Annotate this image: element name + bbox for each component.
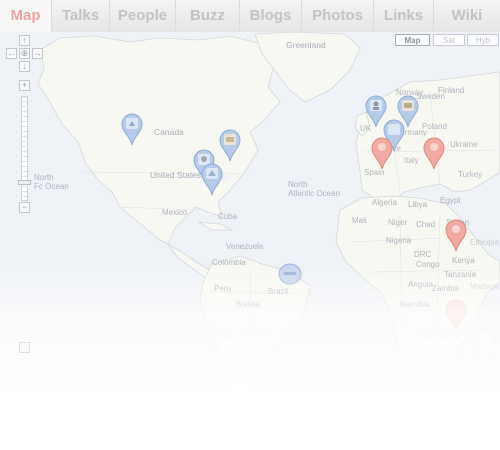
label-algeria: Algeria xyxy=(372,198,397,207)
label-mali: Mali xyxy=(352,216,367,225)
label-ethiopia: Ethiopia xyxy=(470,238,499,247)
label-brazil: Brazil xyxy=(268,287,289,296)
pin-icon xyxy=(423,137,445,170)
label-turkey: Turkey xyxy=(458,170,483,179)
pan-up-button[interactable]: ↑ xyxy=(19,35,30,46)
label-kenya: Kenya xyxy=(452,256,475,265)
map-marker-blue[interactable] xyxy=(120,112,144,146)
pin-icon xyxy=(201,163,223,196)
map-type-satellite-button[interactable]: Sat xyxy=(433,34,465,46)
label-colombia: Colombia xyxy=(212,258,246,267)
pin-icon xyxy=(278,263,302,285)
zoom-slider-track[interactable] xyxy=(21,96,28,201)
label-poland: Poland xyxy=(422,122,447,131)
pan-right-button[interactable]: → xyxy=(32,48,43,59)
label-north-atlantic: North Atlantic Ocean xyxy=(288,180,341,198)
map-marker-red[interactable] xyxy=(422,136,446,170)
pin-icon xyxy=(121,113,143,146)
label-greenland: Greenland xyxy=(286,40,326,50)
zoom-control-reflection xyxy=(19,342,30,353)
label-ukraine: Ukraine xyxy=(450,140,478,149)
map-marker-blue[interactable] xyxy=(200,162,224,196)
map-marker-blue[interactable] xyxy=(218,128,242,162)
map-type-hybrid-button[interactable]: Hyb xyxy=(467,34,499,46)
label-italy: Italy xyxy=(404,156,419,165)
label-chile: Chile xyxy=(212,332,231,341)
tab-bar: Map Talks People Buzz Blogs Photos Links… xyxy=(0,0,500,33)
label-libya: Libya xyxy=(408,200,428,209)
label-chad: Chad xyxy=(416,220,436,229)
pin-icon xyxy=(219,129,241,162)
label-cuba: Cuba xyxy=(218,212,238,221)
label-canada: Canada xyxy=(154,127,184,137)
tab-wiki[interactable]: Wiki xyxy=(434,0,500,32)
label-congo: Congo xyxy=(416,260,440,269)
map-marker-red-reflection xyxy=(444,298,468,332)
label-venezuela: Venezuela xyxy=(226,242,264,251)
label-egypt: Egypt xyxy=(440,196,461,205)
label-nigeria: Nigeria xyxy=(386,236,412,245)
tab-blogs[interactable]: Blogs xyxy=(240,0,302,32)
label-south-africa: South Africa xyxy=(418,332,462,341)
map-marker-blue-dot[interactable] xyxy=(278,262,302,286)
zoom-in-button[interactable]: + xyxy=(19,80,30,91)
pin-icon xyxy=(445,219,467,252)
tab-map[interactable]: Map xyxy=(0,0,52,32)
pan-left-button[interactable]: ← xyxy=(6,48,17,59)
label-mexico: Mexico xyxy=(162,208,188,217)
map-type-map-button[interactable]: Map xyxy=(395,34,430,46)
label-niger: Niger xyxy=(388,218,408,227)
tab-buzz[interactable]: Buzz xyxy=(176,0,240,32)
map-marker-red[interactable] xyxy=(370,136,394,170)
zoom-out-button[interactable]: − xyxy=(19,202,30,213)
tab-links[interactable]: Links xyxy=(374,0,434,32)
tab-photos[interactable]: Photos xyxy=(302,0,374,32)
label-finland: Finland xyxy=(438,86,465,95)
tab-people[interactable]: People xyxy=(110,0,176,32)
world-map[interactable]: Greenland Canada United States Mexico Cu… xyxy=(0,32,500,450)
map-marker-red[interactable] xyxy=(444,218,468,252)
pin-icon xyxy=(371,137,393,170)
label-bolivia: Bolivia xyxy=(236,300,260,309)
label-north-pacific: North Fc Ocean xyxy=(34,173,69,191)
label-argentina: Argentina xyxy=(232,344,267,353)
pin-icon xyxy=(445,299,467,332)
label-zambia: Zambia xyxy=(432,284,459,293)
tab-talks[interactable]: Talks xyxy=(52,0,110,32)
label-namibia: Namibia xyxy=(400,300,430,309)
label-angola: Angola xyxy=(408,280,433,289)
label-tanzania: Tanzania xyxy=(444,270,477,279)
label-peru: Peru xyxy=(214,284,231,293)
pan-down-button[interactable]: ↓ xyxy=(19,61,30,72)
label-drc: DRC xyxy=(414,250,432,259)
zoom-slider-thumb[interactable] xyxy=(18,180,31,185)
label-madagascar: Madagascar xyxy=(470,282,500,291)
pan-center-button[interactable]: ⊕ xyxy=(19,48,30,59)
